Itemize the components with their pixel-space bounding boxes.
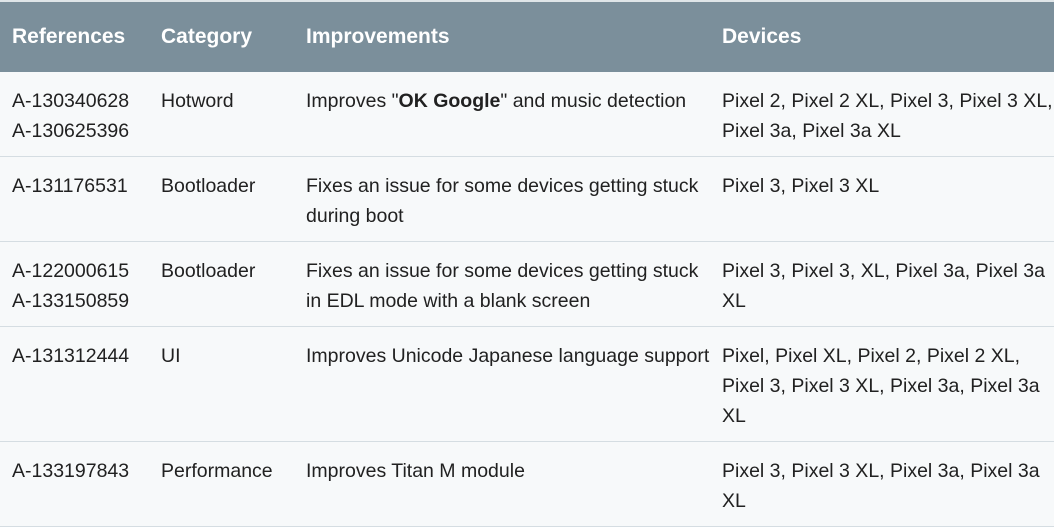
improvement-cell: Fixes an issue for some devices getting … bbox=[294, 241, 710, 327]
reference-id: A-130340628 bbox=[12, 90, 130, 112]
references-cell: A-131176531 bbox=[0, 156, 149, 242]
table-row: A-130340628 A-130625396 Hotword Improves… bbox=[0, 72, 1054, 157]
header-devices: Devices bbox=[710, 2, 1054, 72]
category-cell: Bootloader bbox=[149, 156, 294, 242]
references-cell: A-131312444 bbox=[0, 326, 149, 442]
reference-id: A-133197843 bbox=[12, 460, 130, 482]
improvement-text: " and music detection bbox=[500, 90, 687, 112]
references-cell: A-130340628 A-130625396 bbox=[0, 72, 149, 157]
improvement-cell: Improves "OK Google" and music detection bbox=[294, 72, 710, 157]
header-improvements: Improvements bbox=[294, 2, 710, 72]
devices-cell: Pixel, Pixel XL, Pixel 2, Pixel 2 XL, Pi… bbox=[710, 326, 1054, 442]
improvements-table: References Category Improvements Devices… bbox=[0, 2, 1054, 527]
improvement-cell: Improves Titan M module bbox=[294, 441, 710, 527]
category-cell: Hotword bbox=[149, 72, 294, 157]
devices-cell: Pixel 3, Pixel 3, XL, Pixel 3a, Pixel 3a… bbox=[710, 241, 1054, 327]
header-row: References Category Improvements Devices bbox=[0, 2, 1054, 72]
reference-id: A-130625396 bbox=[12, 120, 130, 142]
improvement-text: Improves " bbox=[306, 90, 399, 112]
references-cell: A-122000615 A-133150859 bbox=[0, 241, 149, 327]
table-row: A-131176531 Bootloader Fixes an issue fo… bbox=[0, 156, 1054, 242]
improvement-cell: Fixes an issue for some devices getting … bbox=[294, 156, 710, 242]
improvement-cell: Improves Unicode Japanese language suppo… bbox=[294, 326, 710, 442]
table-body: A-130340628 A-130625396 Hotword Improves… bbox=[0, 72, 1054, 527]
reference-id: A-133150859 bbox=[12, 290, 130, 312]
reference-id: A-131312444 bbox=[12, 345, 130, 367]
table-row: A-131312444 UI Improves Unicode Japanese… bbox=[0, 326, 1054, 442]
category-cell: UI bbox=[149, 326, 294, 442]
table-header: References Category Improvements Devices bbox=[0, 2, 1054, 72]
improvement-bold-text: OK Google bbox=[398, 90, 501, 112]
category-cell: Bootloader bbox=[149, 241, 294, 327]
devices-cell: Pixel 3, Pixel 3 XL, Pixel 3a, Pixel 3a … bbox=[710, 441, 1054, 527]
header-references: References bbox=[0, 2, 149, 72]
category-cell: Performance bbox=[149, 441, 294, 527]
reference-id: A-131176531 bbox=[12, 175, 128, 197]
header-category: Category bbox=[149, 2, 294, 72]
table-row: A-122000615 A-133150859 Bootloader Fixes… bbox=[0, 241, 1054, 327]
devices-cell: Pixel 3, Pixel 3 XL bbox=[710, 156, 1054, 242]
references-cell: A-133197843 bbox=[0, 441, 149, 527]
devices-cell: Pixel 2, Pixel 2 XL, Pixel 3, Pixel 3 XL… bbox=[710, 72, 1054, 157]
reference-id: A-122000615 bbox=[12, 260, 130, 282]
table-row: A-133197843 Performance Improves Titan M… bbox=[0, 441, 1054, 527]
